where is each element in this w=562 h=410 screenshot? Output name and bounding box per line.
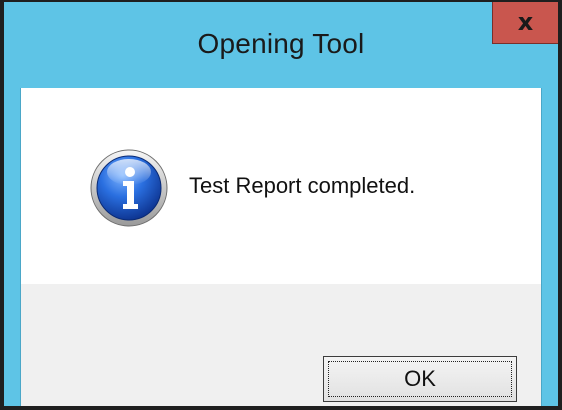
message-dialog: Opening Tool x Test Report completed. OK <box>0 0 562 410</box>
close-button[interactable]: x <box>492 2 558 44</box>
info-icon <box>90 149 168 227</box>
message-text: Test Report completed. <box>189 173 416 198</box>
ok-button-label: OK <box>404 366 436 391</box>
title-bar[interactable]: Opening Tool x <box>4 2 558 88</box>
dialog-title: Opening Tool <box>197 28 365 59</box>
ok-button[interactable]: OK <box>323 356 517 402</box>
button-area: OK <box>21 284 541 406</box>
message-area: Test Report completed. <box>21 88 541 284</box>
dialog-content: Test Report completed. OK <box>20 88 542 406</box>
close-icon: x <box>517 7 534 36</box>
